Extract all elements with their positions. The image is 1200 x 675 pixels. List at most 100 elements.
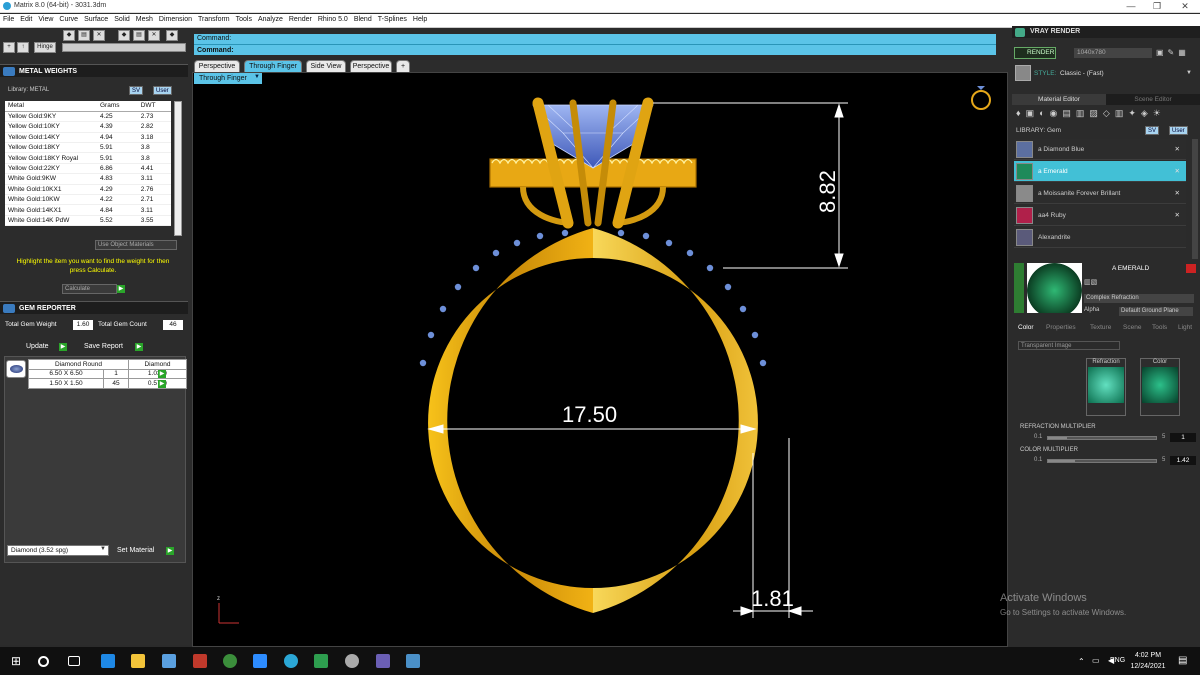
play-icon[interactable]: ▶ <box>158 380 166 388</box>
table-row[interactable]: Yellow Gold:22KY 6.86 4.41 <box>5 163 171 175</box>
table-row[interactable]: White Gold:14K PdW 5.52 3.55 <box>5 215 171 227</box>
app-icon[interactable] <box>314 654 328 668</box>
close-icon[interactable]: ✕ <box>1175 189 1180 197</box>
tray-chevron-icon[interactable]: ⌃ <box>1078 657 1085 666</box>
matrix-app-icon[interactable] <box>406 654 420 668</box>
search-icon[interactable] <box>38 656 49 667</box>
material-item[interactable]: a Diamond Blue ✕ <box>1014 139 1186 160</box>
menu-blend[interactable]: Blend <box>351 14 375 25</box>
color-swatch[interactable]: Color <box>1140 358 1180 416</box>
menu-surface[interactable]: Surface <box>81 14 111 25</box>
transparent-image-select[interactable]: Transparent Image <box>1018 341 1120 350</box>
play-icon[interactable]: ▶ <box>59 343 67 351</box>
table-row[interactable]: Yellow Gold:10KY 4.39 2.82 <box>5 121 171 133</box>
tab-perspective-2[interactable]: Perspective <box>350 60 392 72</box>
hinge-button[interactable]: Hinge <box>34 42 56 53</box>
table-row[interactable]: Yellow Gold:18KY 5.91 3.8 <box>5 142 171 154</box>
tab-properties[interactable]: Properties <box>1046 324 1076 331</box>
app-icon[interactable] <box>345 654 359 668</box>
language-indicator[interactable]: ENG <box>1110 657 1125 664</box>
tab-material-editor[interactable]: Material Editor <box>1012 94 1106 105</box>
edge-icon[interactable] <box>101 654 115 668</box>
tab-perspective[interactable]: Perspective <box>194 60 240 72</box>
set-material-button[interactable]: Set Material <box>117 547 154 554</box>
refraction-swatch[interactable]: Refraction <box>1086 358 1126 416</box>
metal-table-scrollbar[interactable] <box>174 101 182 236</box>
play-icon[interactable]: ▶ <box>166 547 174 555</box>
viewport[interactable]: z 8.82 17.50 1.81 <box>192 72 1008 647</box>
play-icon[interactable]: ▶ <box>117 285 125 293</box>
menu-file[interactable]: File <box>0 14 17 25</box>
use-object-materials-button[interactable]: Use Object Materials <box>95 240 177 250</box>
render-button[interactable]: RENDER <box>1014 47 1056 59</box>
menu-dimension[interactable]: Dimension <box>156 14 195 25</box>
column-grams[interactable]: Grams <box>97 101 138 112</box>
sv-button[interactable]: SV <box>129 86 144 95</box>
tab-through-finger[interactable]: Through Finger <box>244 60 302 72</box>
material-select[interactable]: Diamond (3.52 spg) <box>7 545 109 556</box>
material-tool-icons[interactable]: ▥▧ <box>1084 278 1110 287</box>
play-icon[interactable]: ▶ <box>158 370 166 378</box>
table-row[interactable]: White Gold:10KW 4.22 2.71 <box>5 194 171 206</box>
menu-mesh[interactable]: Mesh <box>133 14 156 25</box>
menu-tools[interactable]: Tools <box>233 14 255 25</box>
material-item[interactable]: a Moissanite Forever Brillant ✕ <box>1014 183 1186 204</box>
app-icon[interactable] <box>193 654 207 668</box>
user-button[interactable]: User <box>153 86 172 95</box>
refraction-value[interactable]: 1 <box>1170 433 1196 442</box>
table-row[interactable]: Yellow Gold:18KY Royal 5.91 3.8 <box>5 152 171 164</box>
material-item[interactable]: a Emerald ✕ <box>1014 161 1186 182</box>
chrome-icon[interactable] <box>223 654 237 668</box>
close-icon[interactable]: ✕ <box>1175 167 1180 175</box>
close-icon[interactable]: ✕ <box>148 30 160 41</box>
close-icon[interactable]: ✕ <box>1175 211 1180 219</box>
material-list-scrollbar[interactable] <box>1192 139 1198 259</box>
tool-icon[interactable]: ◆ <box>63 30 75 41</box>
add-tab-button[interactable]: + <box>396 60 410 72</box>
table-row[interactable]: White Gold:10KX1 4.29 2.76 <box>5 184 171 196</box>
menu-tsplines[interactable]: T-Splines <box>375 14 410 25</box>
task-view-icon[interactable] <box>68 656 80 666</box>
style-value[interactable]: Classic - (Fast) <box>1060 70 1104 77</box>
color-value[interactable]: 1.42 <box>1170 456 1196 465</box>
menu-edit[interactable]: Edit <box>17 14 35 25</box>
tab-light[interactable]: Light <box>1178 324 1192 331</box>
tool-icon[interactable]: ▤ <box>78 30 90 41</box>
column-dwt[interactable]: DWT <box>137 101 171 112</box>
close-icon[interactable]: ✕ <box>93 30 105 41</box>
calculate-button[interactable]: Calculate <box>62 284 117 294</box>
toolbar-icons[interactable]: ▣✎▦ <box>1156 48 1198 58</box>
expand-arrow-icon[interactable] <box>1014 263 1024 313</box>
menu-curve[interactable]: Curve <box>56 14 81 25</box>
menu-render[interactable]: Render <box>286 14 315 25</box>
file-explorer-icon[interactable] <box>131 654 145 668</box>
zoom-icon[interactable] <box>253 654 267 668</box>
material-item[interactable]: aa4 Ruby ✕ <box>1014 205 1186 226</box>
play-icon[interactable]: ▶ <box>135 343 143 351</box>
table-row[interactable]: White Gold:9KW 4.83 3.11 <box>5 173 171 185</box>
menu-analyze[interactable]: Analyze <box>255 14 286 25</box>
tab-scene-editor[interactable]: Scene Editor <box>1106 94 1200 105</box>
menu-transform[interactable]: Transform <box>195 14 233 25</box>
ground-plane-select[interactable]: Default Ground Plane <box>1119 307 1193 316</box>
command-input[interactable]: Command: <box>194 44 996 55</box>
tab-color[interactable]: Color <box>1018 324 1034 331</box>
menu-view[interactable]: View <box>35 14 56 25</box>
chevron-down-icon[interactable]: ▼ <box>1186 70 1192 76</box>
color-slider[interactable] <box>1047 459 1157 463</box>
tool-icon[interactable]: ◆ <box>166 30 178 41</box>
column-metal[interactable]: Metal <box>5 101 97 112</box>
resolution-field[interactable]: 1040x780 <box>1074 48 1152 58</box>
tab-side-view[interactable]: Side View <box>306 60 346 72</box>
app-icon[interactable] <box>162 654 176 668</box>
update-button[interactable]: Update <box>26 343 49 350</box>
clock-date[interactable]: 12/24/2021 <box>1128 663 1168 670</box>
tool-icon[interactable]: ◆ <box>118 30 130 41</box>
windows-start-icon[interactable]: ⊞ <box>11 654 25 668</box>
sv-button[interactable]: SV <box>1145 126 1160 135</box>
complex-refraction-select[interactable]: Complex Refraction <box>1084 294 1194 303</box>
viewport-label[interactable]: Through Finger <box>194 73 262 84</box>
close-icon[interactable]: ✕ <box>1175 145 1180 153</box>
table-row[interactable]: Yellow Gold:14KY 4.94 3.18 <box>5 132 171 144</box>
menu-rhino[interactable]: Rhino 5.0 <box>315 14 351 25</box>
